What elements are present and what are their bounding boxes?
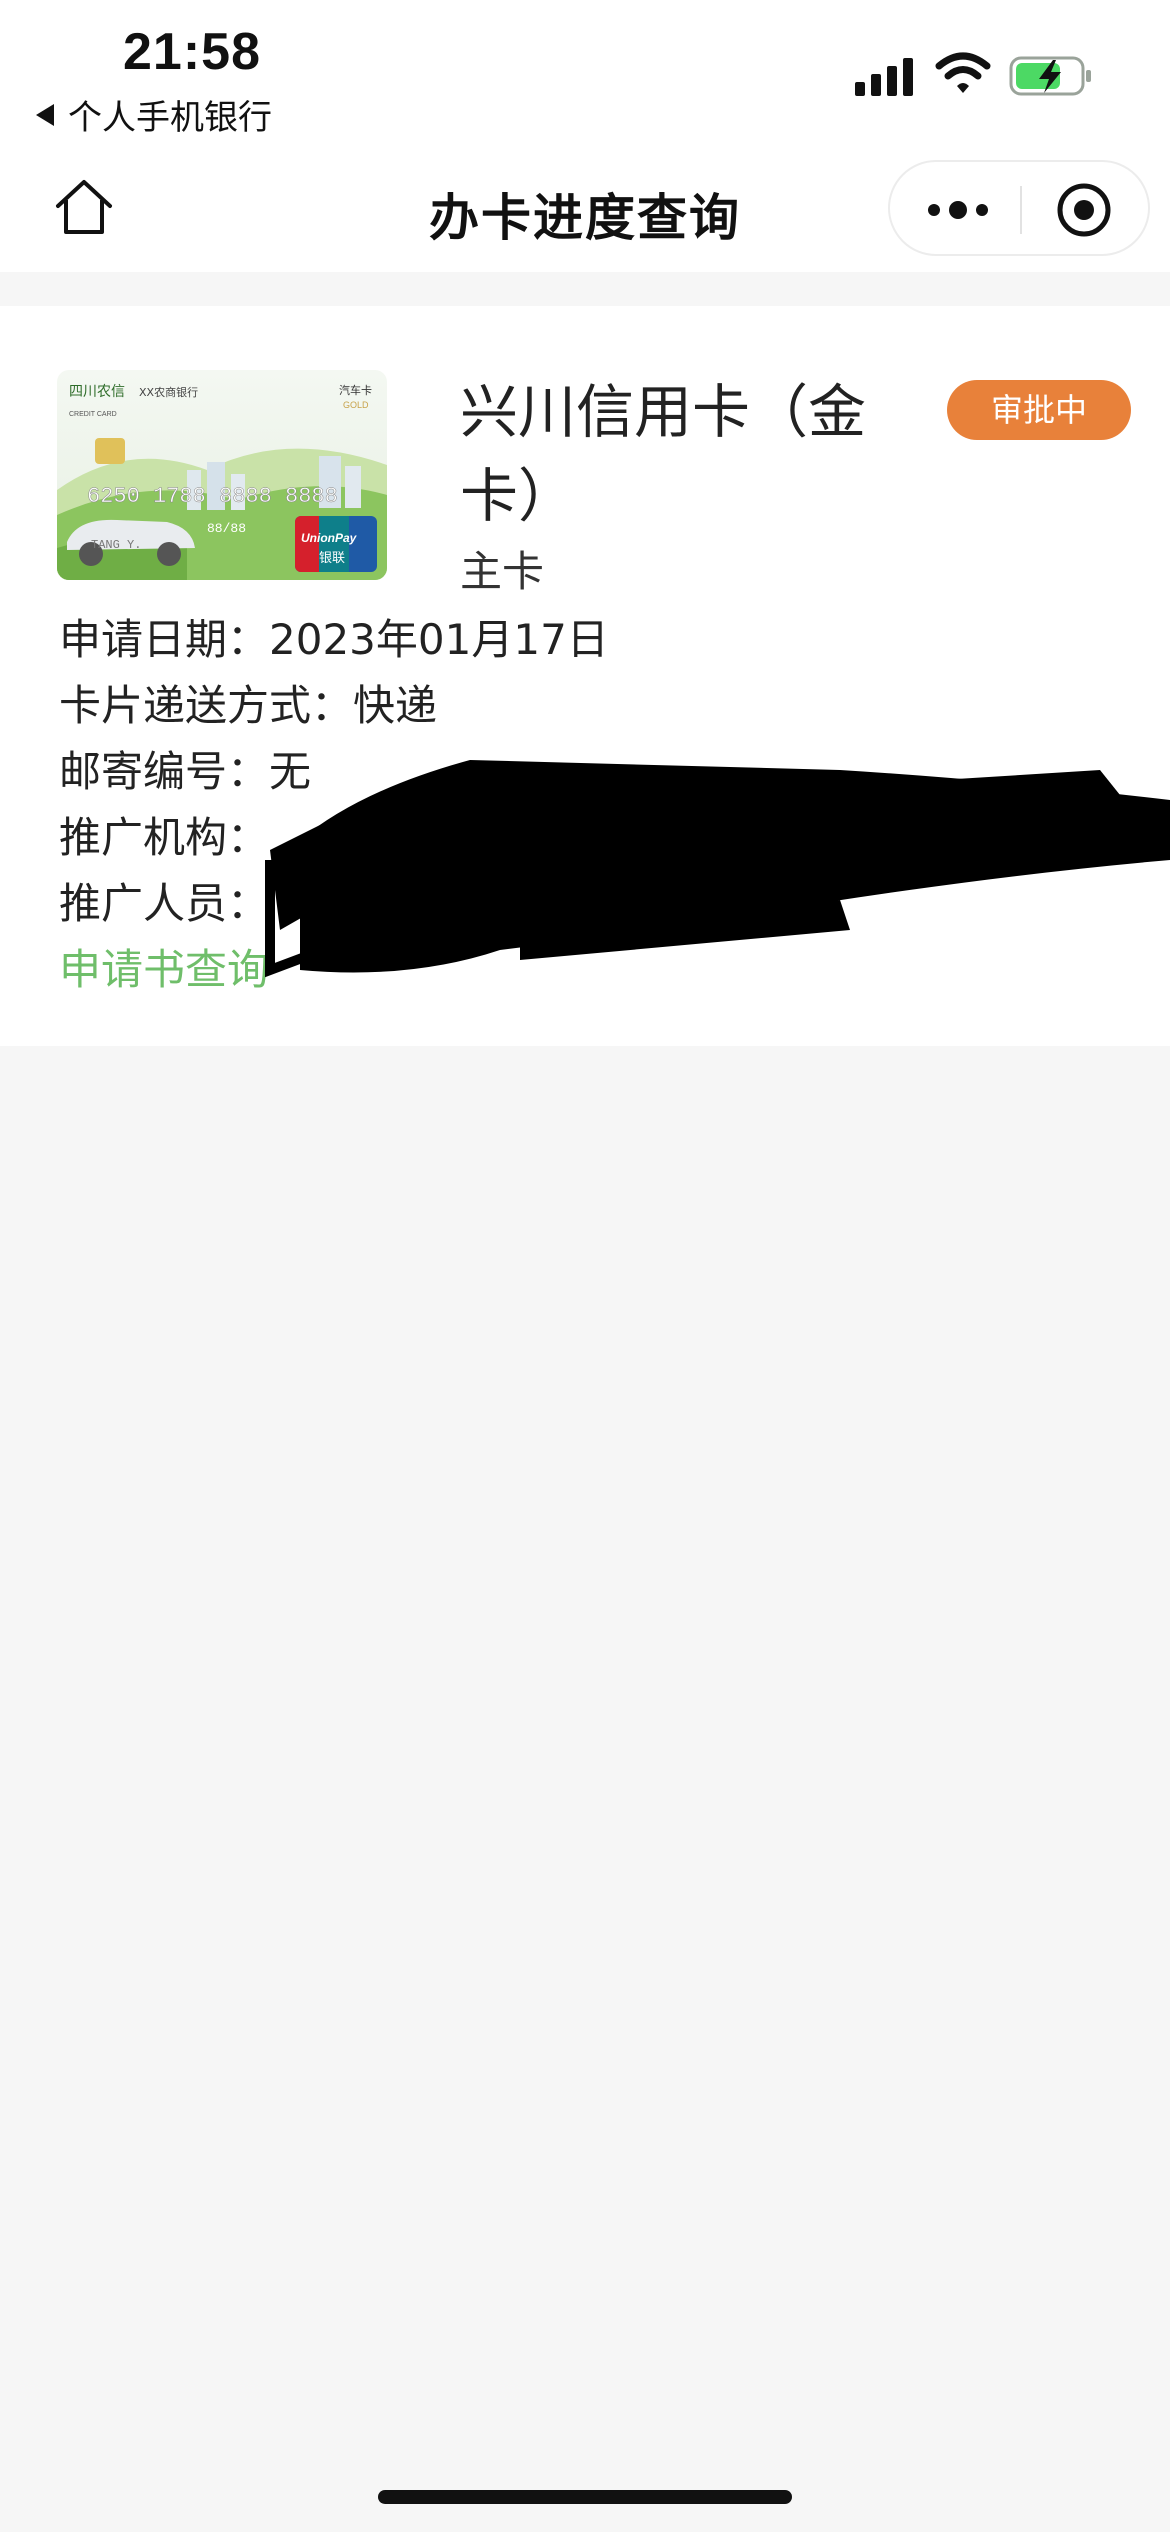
apply-date-label: 申请日期： (59, 615, 270, 664)
card-expiry: 88/88 (207, 521, 246, 536)
capsule-divider (1020, 186, 1022, 234)
nav-bar: 办卡进度查询 (0, 150, 1170, 272)
card-credit-label: CREDIT CARD (69, 411, 117, 418)
card-number: 6250 1788 8888 8888 (87, 484, 338, 509)
more-dots-icon[interactable] (920, 190, 1000, 230)
cellular-signal-icon (855, 58, 913, 96)
home-indicator[interactable] (378, 2490, 792, 2504)
card-product-label: 汽车卡 (339, 383, 372, 397)
promotion-staff-label: 推广人员： (59, 879, 270, 928)
redaction-scribble (265, 760, 1170, 978)
battery-charging-icon (1009, 56, 1091, 96)
back-arrow-icon (36, 103, 54, 126)
apply-date-value: 2023年01月17日 (269, 615, 609, 664)
card-bank-sub: XX农商银行 (139, 385, 198, 399)
apply-date-row: 申请日期：2023年01月17日 (59, 606, 609, 667)
status-time: 21:58 (123, 23, 261, 81)
back-to-app-link[interactable]: 个人手机银行 (36, 90, 272, 139)
status-badge: 审批中 (947, 380, 1131, 440)
card-artwork: 四川农信 XX农商银行 CREDIT CARD 汽车卡 GOLD 6250 17… (57, 370, 387, 580)
card-network-cn: 银联 (319, 551, 345, 566)
card-bank-name: 四川农信 (69, 384, 125, 400)
application-query-link[interactable]: 申请书查询 (59, 936, 269, 997)
promotion-branch-row: 推广机构： (59, 804, 269, 865)
card-product-name: 兴川信用卡（金卡） (460, 378, 867, 530)
delivery-row: 卡片递送方式：快递 (59, 672, 437, 733)
capsule-close-icon[interactable] (1054, 180, 1114, 240)
mail-number-label: 邮寄编号： (59, 747, 270, 796)
card-type: 主卡 (460, 547, 545, 596)
delivery-value: 快递 (353, 681, 438, 730)
mini-program-capsule (888, 160, 1150, 256)
card-tier: GOLD (343, 400, 369, 410)
status-bar: 21:58 个人手机银行 (0, 0, 1170, 150)
delivery-label: 卡片递送方式： (59, 681, 354, 730)
promotion-staff-row: 推广人员： (59, 870, 269, 931)
wifi-icon (935, 52, 991, 93)
promotion-branch-label: 推广机构： (59, 813, 270, 862)
back-app-label: 个人手机银行 (68, 98, 272, 138)
card-holder: TANG Y. (91, 538, 141, 552)
card-network: UnionPay (301, 531, 358, 545)
credit-card-image: 四川农信 XX农商银行 CREDIT CARD 汽车卡 GOLD 6250 17… (57, 370, 387, 580)
